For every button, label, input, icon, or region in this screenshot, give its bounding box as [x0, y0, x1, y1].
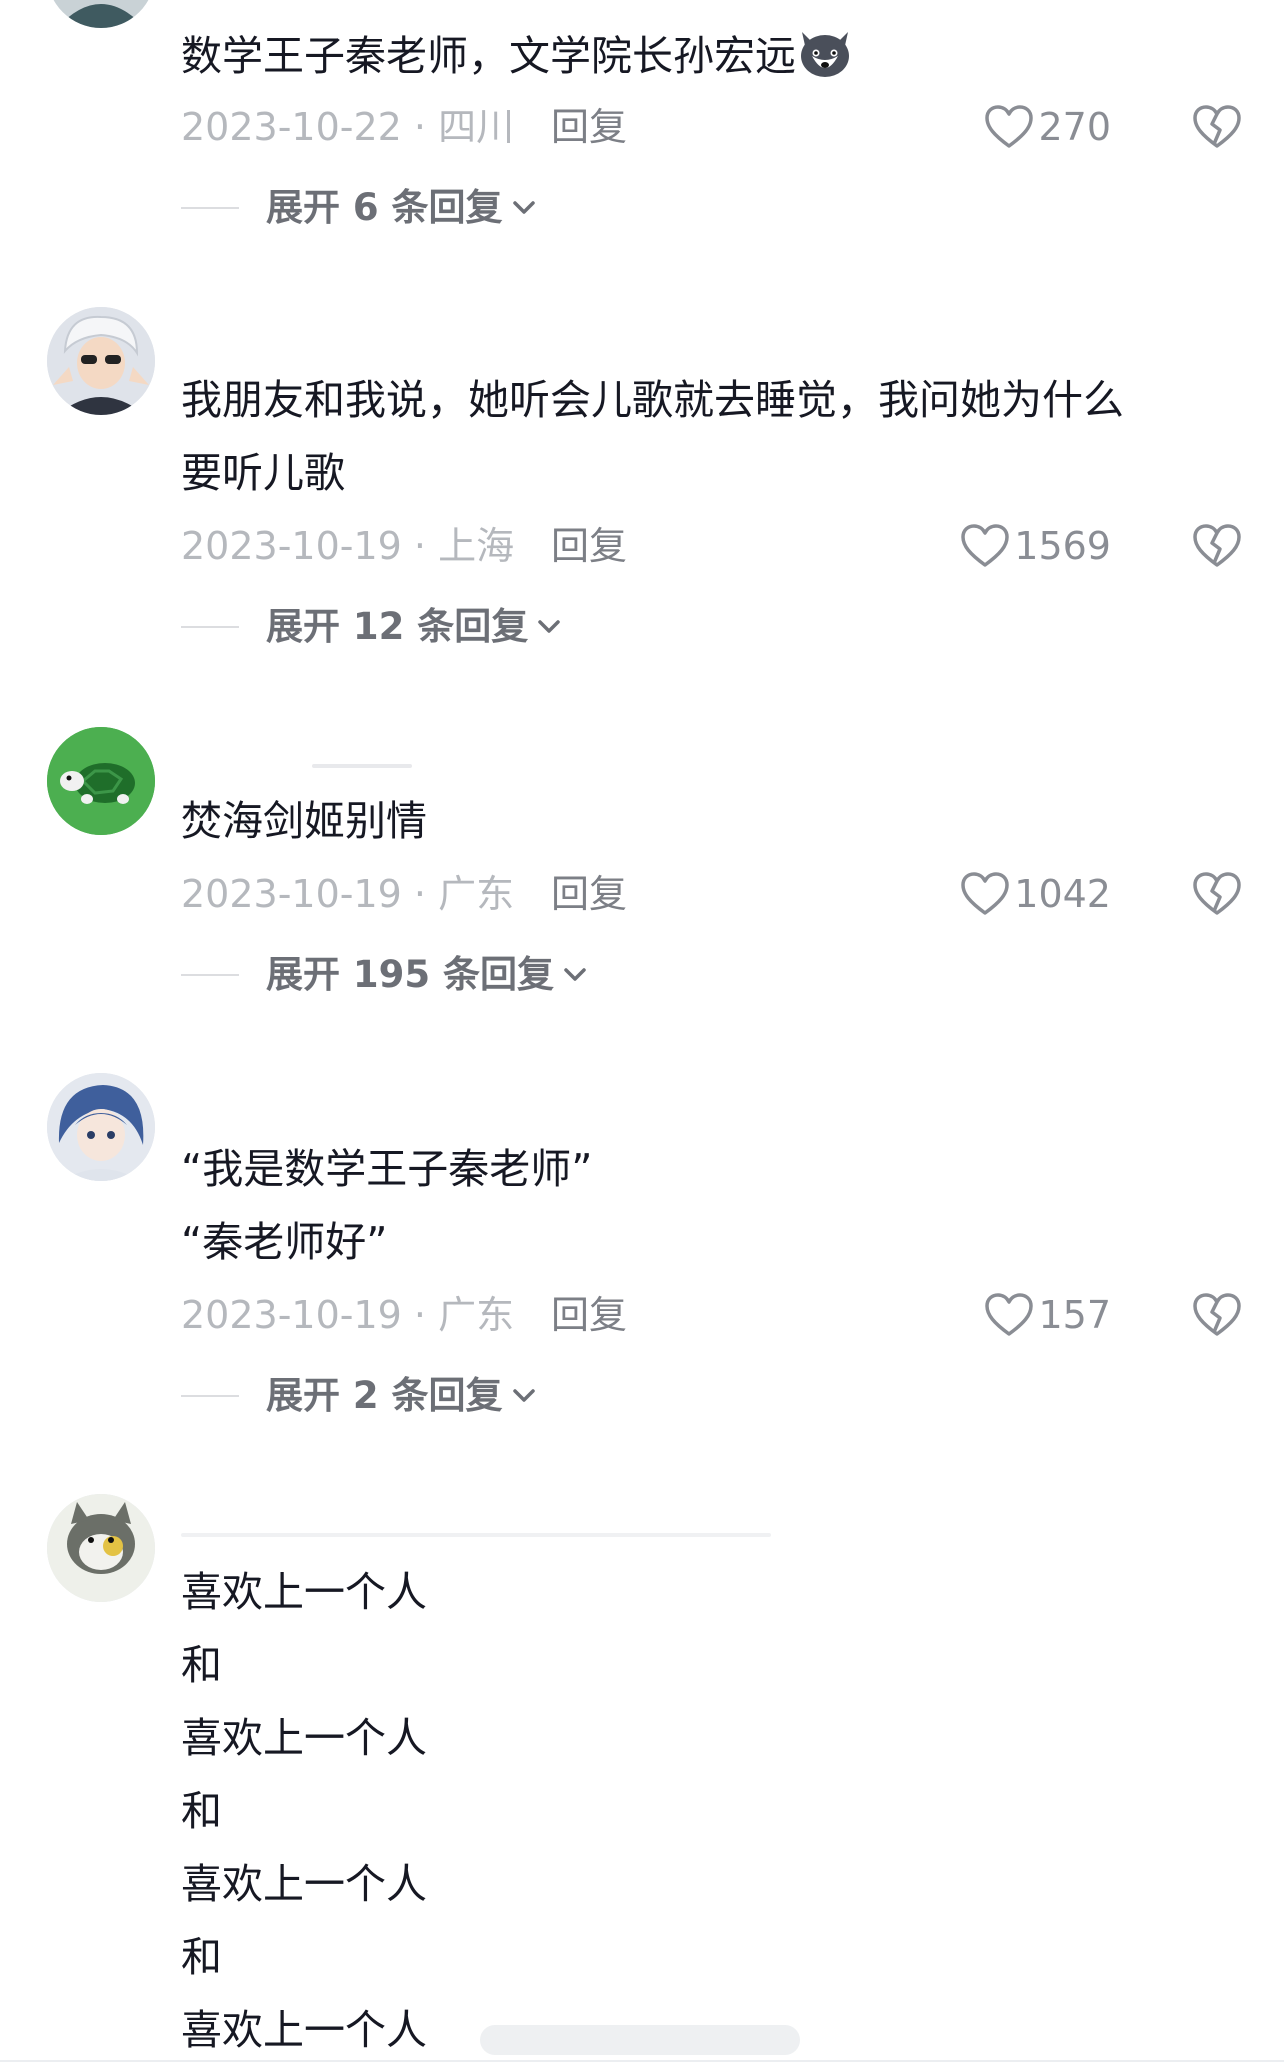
- divider: [181, 207, 239, 209]
- comment-line: “我是数学王子秦老师”: [181, 1145, 593, 1193]
- like-button[interactable]: 1569: [960, 516, 1111, 576]
- chevron-down-icon: [564, 968, 586, 981]
- comment-line: 数学王子秦老师，文学院长孙宏远: [181, 20, 1224, 93]
- heart-outline-icon: [985, 1293, 1034, 1336]
- like-button[interactable]: 157: [984, 1285, 1111, 1345]
- like-count: 157: [1038, 1293, 1111, 1337]
- like-count: 1042: [1014, 872, 1111, 916]
- expand-replies-label: 展开 195 条回复: [266, 953, 554, 996]
- scroll-indicator: [480, 2025, 800, 2055]
- broken-heart-icon: [1193, 524, 1241, 567]
- divider: [181, 974, 239, 976]
- comment-text: “我是数学王子秦老师” “秦老师好”: [181, 1133, 1224, 1279]
- broken-heart-icon: [1193, 105, 1241, 148]
- expand-replies-button[interactable]: 展开 195 条回复: [181, 945, 588, 1005]
- chevron-down-icon: [512, 1389, 535, 1402]
- divider: [0, 2060, 1284, 2062]
- reply-button[interactable]: 回复: [551, 516, 627, 576]
- chevron-down-icon: [538, 620, 561, 633]
- comment-date-location: 2023-10-19 · 广东: [181, 872, 515, 916]
- scribble-mark: [312, 764, 412, 768]
- comment-text: 焚海剑姬别情: [181, 785, 1224, 858]
- husky-face-icon: [796, 28, 854, 80]
- avatar[interactable]: [47, 1073, 155, 1181]
- avatar-image: [47, 1494, 155, 1602]
- chevron-down-icon: [512, 201, 535, 214]
- divider: [181, 1395, 239, 1397]
- avatar-image: [47, 307, 155, 415]
- expand-replies-button[interactable]: 展开 12 条回复: [181, 597, 562, 657]
- comment-line: 要听儿歌: [181, 449, 345, 497]
- heart-outline-icon: [961, 872, 1010, 915]
- avatar[interactable]: [47, 307, 155, 415]
- like-count: 270: [1038, 105, 1111, 149]
- comment-meta: 2023-10-19 · 上海 回复 1569: [181, 516, 1241, 576]
- avatar[interactable]: [47, 727, 155, 835]
- comment-line: 喜欢上一个人: [181, 1568, 427, 1616]
- expand-replies-label: 展开 2 条回复: [266, 1374, 503, 1417]
- like-button[interactable]: 270: [984, 97, 1111, 157]
- heart-outline-icon: [961, 524, 1010, 567]
- expand-replies-label: 展开 6 条回复: [266, 186, 503, 229]
- comment-date-location: 2023-10-19 · 广东: [181, 1293, 515, 1337]
- like-count: 1569: [1014, 524, 1111, 568]
- comment-line: 喜欢上一个人: [181, 1860, 427, 1908]
- comment-meta: 2023-10-19 · 广东 回复 157: [181, 1285, 1241, 1345]
- expand-replies-button[interactable]: 展开 2 条回复: [181, 1366, 537, 1426]
- like-button[interactable]: 1042: [960, 864, 1111, 924]
- comment-line: 喜欢上一个人: [181, 1714, 427, 1762]
- comment-line: “秦老师好”: [181, 1218, 388, 1266]
- reply-button[interactable]: 回复: [551, 864, 627, 924]
- comment-line: 和: [181, 1641, 222, 1689]
- scribble-mark: [181, 1533, 771, 1537]
- comment-text: 我朋友和我说，她听会儿歌就去睡觉，我问她为什么 要听儿歌: [181, 364, 1224, 510]
- divider: [181, 626, 239, 628]
- comment-line: 我朋友和我说，她听会儿歌就去睡觉，我问她为什么: [181, 376, 1124, 424]
- dislike-button[interactable]: [1193, 523, 1241, 569]
- comment-meta: 2023-10-19 · 广东 回复 1042: [181, 864, 1241, 924]
- comment-line: 和: [181, 1787, 222, 1835]
- comment-date-location: 2023-10-19 · 上海: [181, 524, 515, 568]
- comment-text: 喜欢上一个人 和 喜欢上一个人 和 喜欢上一个人 和 喜欢上一个人: [181, 1556, 1224, 2067]
- expand-replies-button[interactable]: 展开 6 条回复: [181, 178, 537, 238]
- comment-text: 数学王子秦老师，文学院长孙宏远: [181, 20, 1224, 93]
- dislike-button[interactable]: [1193, 104, 1241, 150]
- reply-button[interactable]: 回复: [551, 97, 627, 157]
- comment-line: 和: [181, 1933, 222, 1981]
- expand-replies-label: 展开 12 条回复: [266, 605, 529, 648]
- avatar[interactable]: [47, 1494, 155, 1602]
- broken-heart-icon: [1193, 1293, 1241, 1336]
- heart-outline-icon: [985, 105, 1034, 148]
- comment-line: 焚海剑姬别情: [181, 797, 427, 845]
- dislike-button[interactable]: [1193, 871, 1241, 917]
- reply-button[interactable]: 回复: [551, 1285, 627, 1345]
- avatar[interactable]: [47, 0, 155, 28]
- comment-date-location: 2023-10-22 · 四川: [181, 105, 515, 149]
- avatar-image: [47, 1073, 155, 1181]
- dislike-button[interactable]: [1193, 1292, 1241, 1338]
- turtle-avatar-icon: [47, 727, 155, 835]
- comment-meta: 2023-10-22 · 四川 回复 270: [181, 97, 1241, 157]
- avatar-image: [47, 0, 155, 28]
- broken-heart-icon: [1193, 872, 1241, 915]
